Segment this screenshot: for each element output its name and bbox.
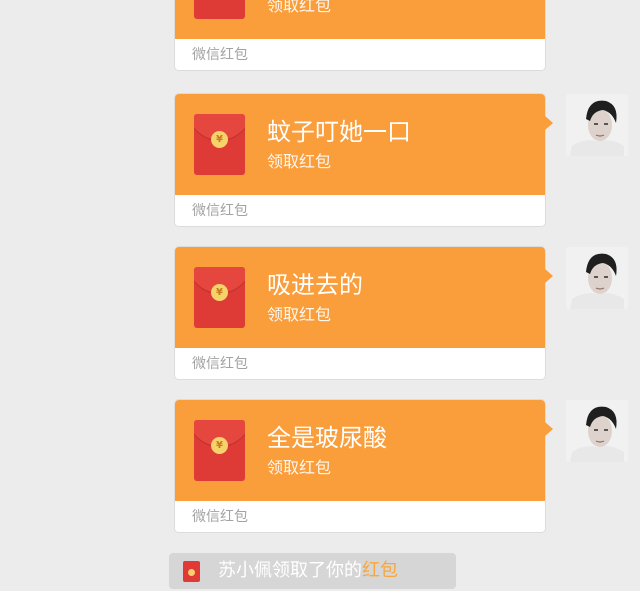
red-packet-footer: 微信红包	[175, 195, 545, 226]
user-avatar[interactable]	[566, 247, 628, 309]
avatar-portrait-icon	[566, 400, 628, 462]
bubble-tail	[545, 116, 553, 130]
coin-seal-icon: ¥	[211, 437, 228, 454]
notice-message: 苏小佩领取了你的	[218, 560, 362, 581]
coin-seal-icon: ¥	[211, 284, 228, 301]
red-packet-subtitle: 领取红包	[267, 458, 332, 477]
red-packet-body[interactable]: ¥ 领取红包	[175, 0, 545, 39]
coin-seal-icon: ¥	[211, 131, 228, 148]
red-packet-subtitle: 领取红包	[267, 152, 332, 171]
red-packet-body[interactable]: ¥ 吸进去的 领取红包	[175, 247, 545, 348]
user-avatar[interactable]	[566, 94, 628, 156]
red-packet-footer: 微信红包	[175, 39, 545, 70]
user-avatar[interactable]	[566, 400, 628, 462]
red-packet-body[interactable]: ¥ 蚊子叮她一口 领取红包	[175, 94, 545, 195]
red-packet-footer: 微信红包	[175, 501, 545, 532]
red-packet-message: ¥ 领取红包 微信红包	[0, 0, 640, 80]
red-packet-message: ¥ 全是玻尿酸 领取红包 微信红包	[0, 400, 640, 542]
red-packet-subtitle: 领取红包	[267, 0, 332, 15]
red-packet-title: 全是玻尿酸	[267, 424, 387, 452]
red-packet-card[interactable]: ¥ 领取红包 微信红包	[175, 0, 545, 70]
red-packet-footer-label: 微信红包	[192, 203, 248, 219]
red-envelope-icon: ¥	[194, 267, 245, 328]
red-envelope-icon	[183, 561, 200, 582]
red-packet-card[interactable]: ¥ 全是玻尿酸 领取红包 微信红包	[175, 400, 553, 532]
avatar-portrait-icon	[566, 247, 628, 309]
bubble-tail	[545, 269, 553, 283]
red-packet-received-notice: 苏小佩领取了你的红包	[169, 553, 456, 589]
red-packet-title: 吸进去的	[267, 271, 363, 299]
red-packet-footer-label: 微信红包	[192, 509, 248, 525]
notice-red-packet-link[interactable]: 红包	[362, 560, 398, 581]
avatar-portrait-icon	[566, 94, 628, 156]
red-packet-title: 蚊子叮她一口	[267, 118, 411, 146]
bubble-tail	[545, 422, 553, 436]
red-packet-body[interactable]: ¥ 全是玻尿酸 领取红包	[175, 400, 545, 501]
red-packet-card[interactable]: ¥ 吸进去的 领取红包 微信红包	[175, 247, 553, 379]
notice-text: 苏小佩领取了你的红包	[218, 560, 398, 582]
red-packet-subtitle: 领取红包	[267, 305, 332, 324]
red-packet-card[interactable]: ¥ 蚊子叮她一口 领取红包 微信红包	[175, 94, 553, 226]
red-envelope-icon: ¥	[194, 420, 245, 481]
red-packet-message: ¥ 蚊子叮她一口 领取红包 微信红包	[0, 94, 640, 236]
red-packet-footer-label: 微信红包	[192, 356, 248, 372]
red-packet-message: ¥ 吸进去的 领取红包 微信红包	[0, 247, 640, 389]
red-envelope-icon: ¥	[194, 114, 245, 175]
coin-seal-icon	[188, 569, 195, 576]
red-packet-footer: 微信红包	[175, 348, 545, 379]
red-envelope-icon: ¥	[194, 0, 245, 19]
red-packet-footer-label: 微信红包	[192, 47, 248, 63]
